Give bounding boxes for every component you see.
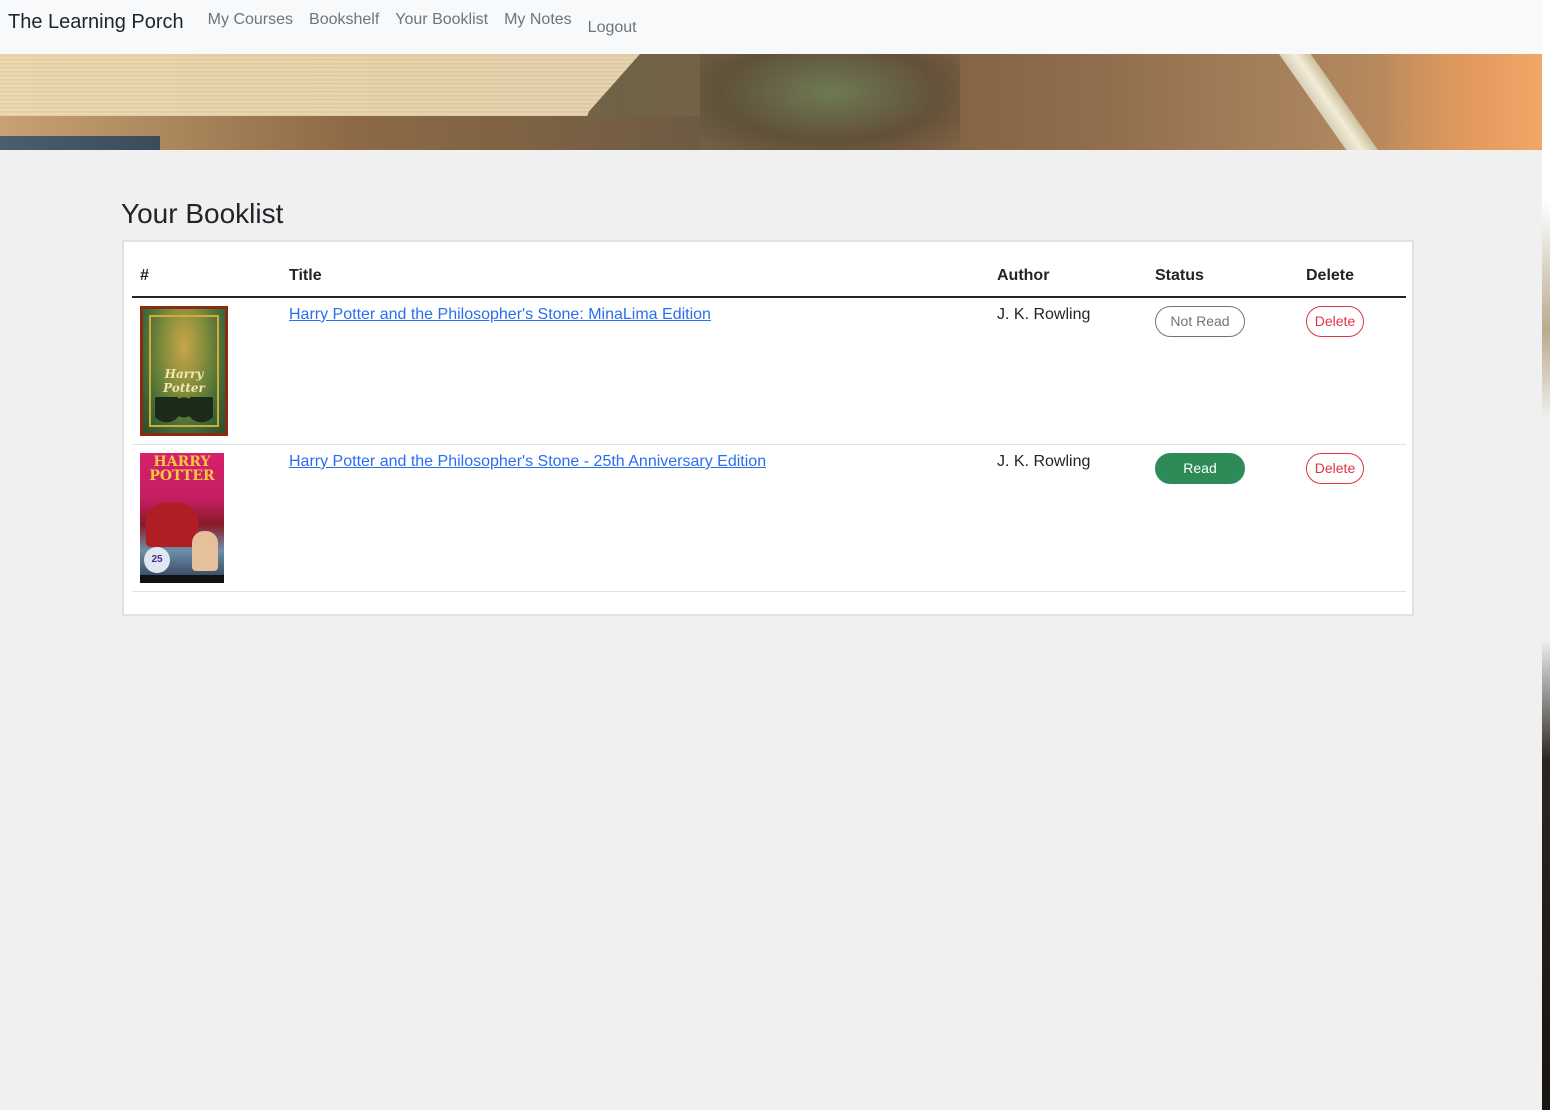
brand-link[interactable]: The Learning Porch [8,11,184,34]
cover-cell: HARRY POTTER 25 [132,444,281,592]
book-cover-image: Harry Potter [140,306,228,436]
header-status: Status [1147,256,1298,298]
author-cell: J. K. Rowling [989,297,1147,445]
status-read-button[interactable]: Read [1155,453,1245,484]
header-title: Title [281,256,989,298]
delete-cell: Delete [1298,297,1406,445]
page: The Learning Porch My Courses Bookshelf … [0,0,1542,1110]
book-title-link[interactable]: Harry Potter and the Philosopher's Stone… [289,453,766,470]
header-author: Author [989,256,1147,298]
nav-link-my-courses[interactable]: My Courses [200,11,301,37]
status-not-read-button[interactable]: Not Read [1155,306,1245,337]
booklist-card: # Title Author Status Delete Harry Potte… [122,240,1414,616]
table-header-row: # Title Author Status Delete [132,256,1406,298]
delete-button[interactable]: Delete [1306,453,1364,484]
header-delete: Delete [1298,256,1406,298]
status-cell: Read [1147,444,1298,592]
title-cell: Harry Potter and the Philosopher's Stone… [281,444,989,592]
author-cell: J. K. Rowling [989,444,1147,592]
nav-link-my-notes[interactable]: My Notes [496,11,580,37]
book-cover-image: HARRY POTTER 25 [140,453,224,583]
nav-link-logout[interactable]: Logout [580,19,645,37]
cover-cell: Harry Potter [132,297,281,445]
page-title: Your Booklist [121,198,284,229]
status-cell: Not Read [1147,297,1298,445]
table-row: Harry Potter Harry Potter and the Philos… [132,297,1406,445]
title-cell: Harry Potter and the Philosopher's Stone… [281,297,989,445]
book-title-link[interactable]: Harry Potter and the Philosopher's Stone… [289,306,711,323]
nav-link-your-booklist[interactable]: Your Booklist [387,11,496,37]
table-row: HARRY POTTER 25 Harry Potter and the Phil… [132,444,1406,592]
nav-link-bookshelf[interactable]: Bookshelf [301,11,387,37]
booklist-table: # Title Author Status Delete Harry Potte… [132,256,1406,592]
delete-cell: Delete [1298,444,1406,592]
header-banner-image [0,54,1542,150]
window-edge [1542,0,1550,1110]
navbar: The Learning Porch My Courses Bookshelf … [0,0,1542,54]
delete-button[interactable]: Delete [1306,306,1364,337]
header-number: # [132,256,281,298]
nav-links: My Courses Bookshelf Your Booklist My No… [200,11,645,37]
